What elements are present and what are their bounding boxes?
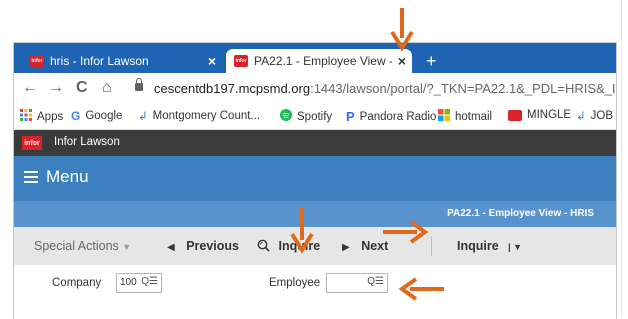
employee-label: Employee bbox=[269, 277, 321, 289]
infor-favicon-icon: infor bbox=[30, 55, 44, 67]
previous-button[interactable]: ◀ Previous bbox=[167, 239, 239, 253]
bookmark-pandora[interactable]: P Pandora Radio bbox=[346, 109, 436, 124]
bookmark-hotmail[interactable]: hotmail bbox=[438, 109, 492, 124]
annotation-arrow-left-icon bbox=[398, 277, 444, 301]
caret-down-icon: | ▼ bbox=[508, 242, 523, 252]
infor-logo: infor bbox=[22, 136, 42, 150]
lookup-icon[interactable]: Q☰ bbox=[141, 276, 158, 287]
spotify-icon bbox=[280, 109, 292, 124]
bookmark-label: Montgomery Count... bbox=[152, 110, 261, 122]
previous-icon: ◀ bbox=[167, 242, 175, 253]
reload-button[interactable]: C bbox=[76, 79, 88, 97]
bookmark-label: JOB DE bbox=[590, 110, 616, 122]
windows-icon bbox=[438, 109, 450, 124]
url-host: cescentdb197.mcpsmd.org bbox=[154, 81, 311, 96]
employee-field[interactable]: Q☰ bbox=[326, 273, 388, 293]
hamburger-icon[interactable] bbox=[24, 171, 38, 183]
page-divider bbox=[621, 0, 622, 318]
url-path: :1443/lawson/portal/?_TKN=PA22.1&_PDL=HR… bbox=[310, 81, 616, 96]
tab-employee-view[interactable]: infor PA22.1 - Employee View - HRIS × bbox=[226, 49, 412, 73]
previous-label: Previous bbox=[186, 239, 239, 253]
infor-favicon-icon: infor bbox=[234, 55, 248, 67]
bookmark-mingle[interactable]: MINGLE bbox=[508, 109, 571, 121]
url-field[interactable]: cescentdb197.mcpsmd.org:1443/lawson/port… bbox=[154, 81, 616, 96]
infor-header: infor Infor Lawson bbox=[14, 130, 616, 156]
close-tab-icon[interactable]: × bbox=[202, 53, 222, 69]
pandora-icon: P bbox=[346, 109, 355, 124]
mcps-icon: ↲ bbox=[138, 111, 148, 123]
bookmark-google[interactable]: G Google bbox=[71, 109, 122, 123]
forward-button[interactable]: → bbox=[48, 79, 64, 97]
company-value: 100 bbox=[120, 277, 137, 288]
tab-hris-infor-lawson[interactable]: infor hris - Infor Lawson × bbox=[22, 49, 222, 73]
address-bar: ← → C ⌂ cescentdb197.mcpsmd.org:1443/law… bbox=[14, 73, 616, 103]
bookmarks-bar: Apps G Google ↲ Montgomery Count... Spot… bbox=[14, 103, 616, 130]
special-actions-button[interactable]: Special Actions ▼ bbox=[34, 239, 131, 253]
annotation-arrow-down-icon bbox=[390, 8, 414, 52]
browser-window: infor hris - Infor Lawson × infor PA22.1… bbox=[13, 42, 617, 319]
inquire-icon bbox=[257, 239, 273, 253]
next-button[interactable]: ▶ Next bbox=[342, 239, 388, 253]
bookmark-spotify[interactable]: Spotify bbox=[280, 109, 332, 124]
apps-grid-icon bbox=[20, 109, 32, 124]
next-icon: ▶ bbox=[342, 242, 350, 253]
special-actions-label: Special Actions bbox=[34, 239, 119, 253]
inquire-dropdown-button[interactable]: Inquire | ▼ bbox=[457, 239, 522, 253]
bookmark-montgomery[interactable]: ↲ Montgomery Count... bbox=[138, 109, 260, 123]
bookmark-label: Apps bbox=[37, 110, 64, 123]
bookmark-label: Pandora Radio bbox=[359, 110, 437, 123]
toolbar-divider bbox=[431, 236, 432, 256]
annotation-arrow-right-icon bbox=[383, 220, 429, 244]
close-tab-icon[interactable]: × bbox=[392, 53, 412, 69]
lock-icon bbox=[135, 78, 143, 91]
tab-strip: infor hris - Infor Lawson × infor PA22.1… bbox=[14, 43, 616, 73]
form-title: PA22.1 - Employee View - HRIS bbox=[447, 208, 594, 219]
caret-down-icon: ▼ bbox=[122, 242, 132, 252]
bookmark-label: MINGLE bbox=[527, 109, 572, 121]
form-fields: Company 100 Q☰ Employee Q☰ bbox=[14, 265, 616, 319]
tab-title: PA22.1 - Employee View - HRIS bbox=[254, 54, 392, 68]
bookmark-label: Spotify bbox=[297, 110, 333, 123]
bookmark-label: Google bbox=[85, 110, 123, 122]
bookmark-label: hotmail bbox=[455, 110, 493, 123]
product-title: Infor Lawson bbox=[54, 136, 120, 148]
menu-button[interactable]: Menu bbox=[46, 167, 89, 187]
menu-bar: Menu bbox=[14, 156, 616, 201]
annotation-arrow-down-icon bbox=[290, 208, 314, 254]
lookup-icon[interactable]: Q☰ bbox=[367, 276, 384, 287]
google-icon: G bbox=[71, 109, 81, 123]
bookmark-job[interactable]: ↲ JOB DE bbox=[576, 109, 616, 123]
company-label: Company bbox=[52, 277, 102, 289]
tab-title: hris - Infor Lawson bbox=[50, 54, 149, 68]
new-tab-button[interactable]: + bbox=[426, 51, 437, 71]
mcps-icon: ↲ bbox=[576, 111, 586, 123]
infor-favicon-icon bbox=[508, 109, 522, 121]
back-button[interactable]: ← bbox=[22, 79, 38, 97]
bookmark-apps[interactable]: Apps bbox=[20, 109, 63, 124]
company-field[interactable]: 100 Q☰ bbox=[116, 273, 162, 293]
inquire-dropdown-label: Inquire bbox=[457, 239, 499, 253]
home-button[interactable]: ⌂ bbox=[102, 79, 112, 97]
